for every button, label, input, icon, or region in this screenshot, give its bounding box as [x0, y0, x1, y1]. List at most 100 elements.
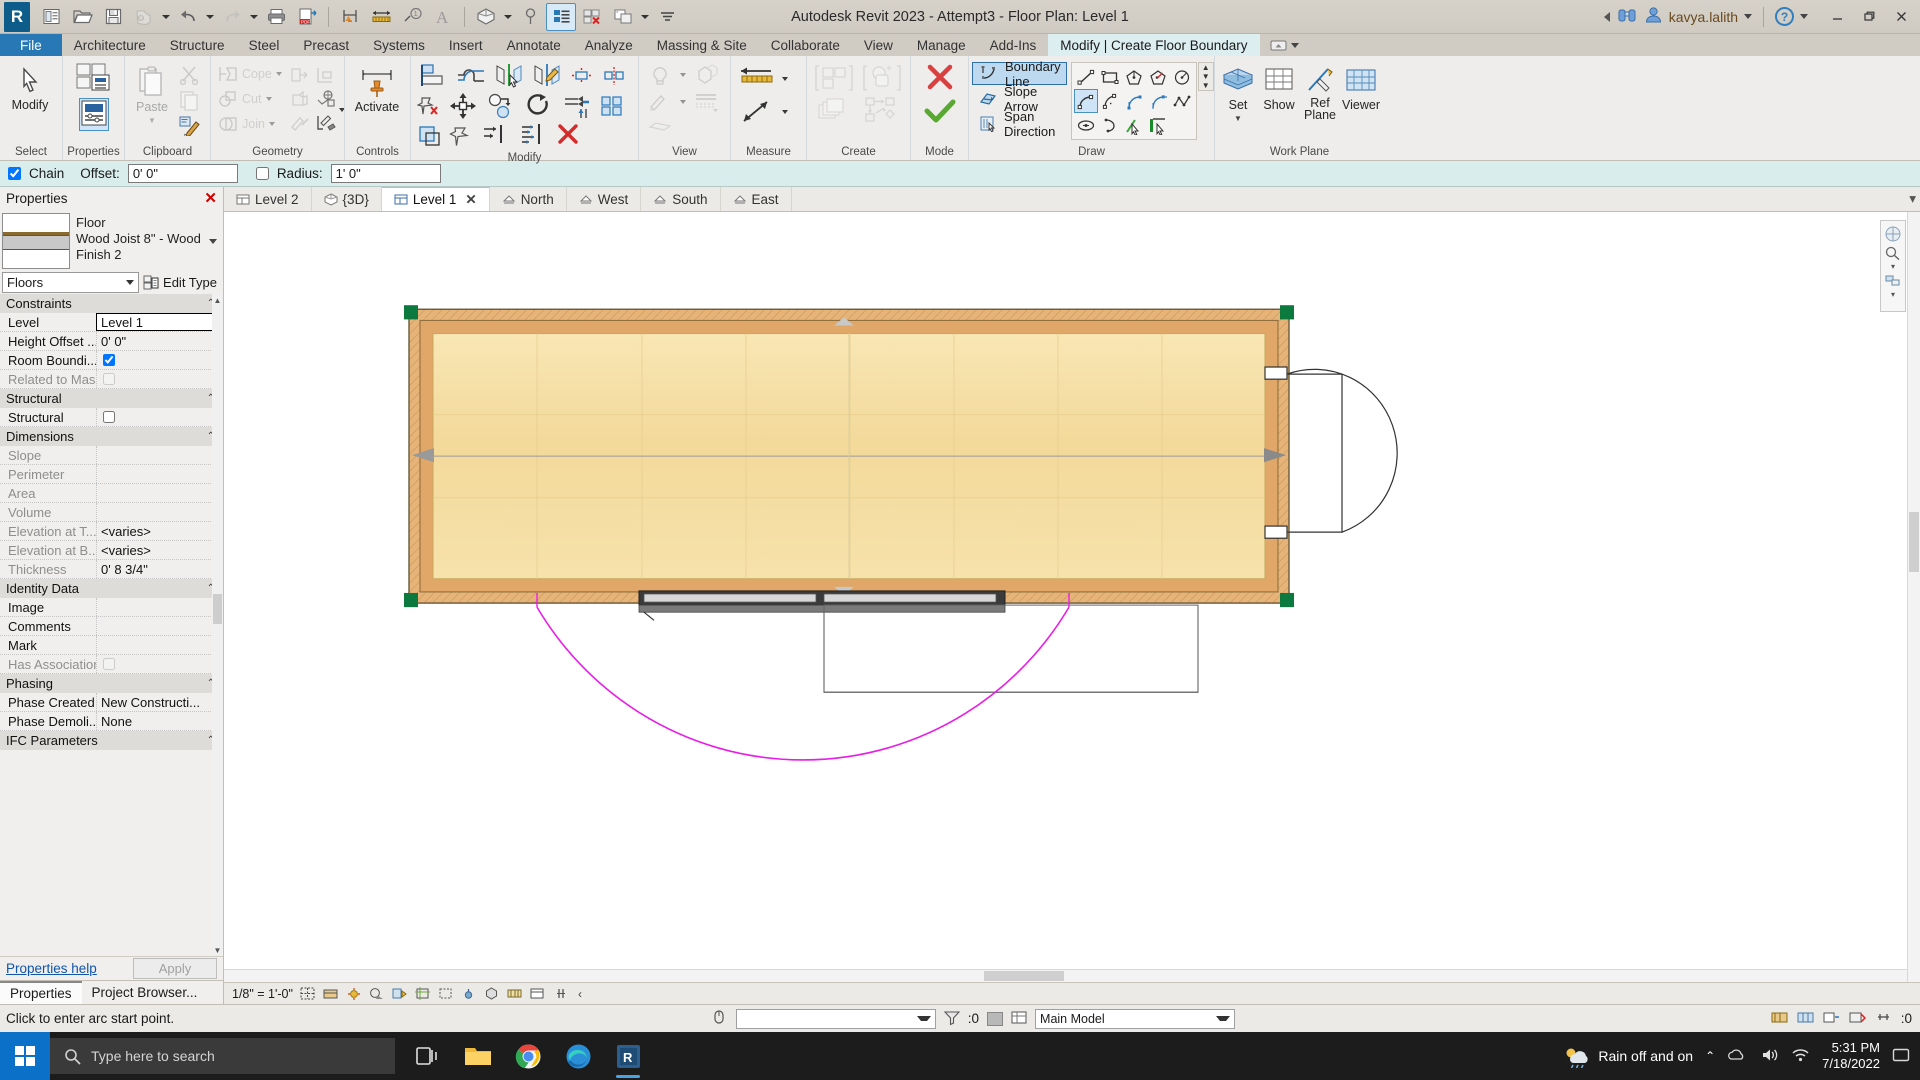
create-assembly-button[interactable] — [858, 95, 906, 125]
volume-icon[interactable] — [1760, 1047, 1779, 1066]
join-button[interactable]: Join — [214, 111, 287, 136]
split-with-gap-button[interactable] — [313, 87, 339, 111]
linework-button[interactable] — [642, 89, 678, 115]
radius-checkbox[interactable] — [256, 167, 269, 180]
properties-scrollbar[interactable]: ▲ ▼ — [212, 294, 223, 956]
search-binoculars-icon[interactable] — [1616, 6, 1638, 27]
notifications-icon[interactable] — [1892, 1047, 1910, 1066]
zoom-dropdown-icon[interactable]: ▾ — [1891, 262, 1895, 271]
publish-settings-icon[interactable] — [1823, 1010, 1840, 1028]
save-as-icon[interactable] — [129, 3, 159, 31]
structural-checkbox[interactable] — [103, 411, 115, 423]
user-dropdown-icon[interactable] — [1744, 14, 1752, 19]
properties-scroll-thumb[interactable] — [213, 594, 222, 624]
property-row-phase-created[interactable]: Phase Created New Constructi... — [0, 693, 223, 712]
view-tab-east[interactable]: East — [721, 187, 792, 211]
cope-applied-button[interactable] — [566, 61, 598, 91]
tag-by-category-icon[interactable]: 1 — [397, 3, 427, 31]
split-face-button[interactable] — [287, 87, 313, 111]
delete-button[interactable] — [552, 121, 584, 147]
draw-scroll-down-icon[interactable]: ▼ — [1199, 72, 1213, 81]
undo-dropdown-icon[interactable] — [204, 3, 216, 31]
visual-style-icon[interactable] — [323, 986, 339, 1002]
print-icon[interactable] — [261, 3, 291, 31]
copy-button[interactable] — [482, 91, 520, 121]
create-part-button[interactable] — [810, 95, 858, 125]
design-option-combo[interactable] — [736, 1009, 936, 1029]
canvas-h-thumb[interactable] — [984, 971, 1064, 981]
temporary-view-properties-icon[interactable] — [530, 986, 546, 1002]
offset-button[interactable] — [452, 61, 490, 91]
tab-view[interactable]: View — [852, 34, 905, 56]
close-hidden-windows-icon[interactable] — [577, 3, 607, 31]
tab-project-browser[interactable]: Project Browser... — [82, 981, 208, 1004]
type-properties-button[interactable] — [75, 62, 113, 95]
customize-qat-icon[interactable] — [652, 3, 682, 31]
tab-manage[interactable]: Manage — [905, 34, 978, 56]
distribute-button[interactable] — [514, 121, 552, 147]
canvas-vertical-scrollbar[interactable] — [1907, 212, 1920, 982]
view-bar-more-icon[interactable]: ‹ — [578, 987, 582, 1001]
modify-button[interactable]: Modify — [3, 61, 57, 112]
reveal-dropdown-icon[interactable] — [678, 61, 687, 89]
cut-dropdown-icon[interactable] — [264, 88, 273, 110]
property-row-height-offset[interactable]: Height Offset ... 0' 0" — [0, 332, 223, 351]
view-cube-dropdown-icon[interactable]: ▾ — [1891, 290, 1895, 299]
measure-along-element-button[interactable] — [734, 97, 780, 127]
measure-dropdown-icon[interactable] — [780, 68, 789, 90]
switch-windows-dropdown-icon[interactable] — [639, 3, 651, 31]
match-type-properties-button[interactable] — [176, 113, 202, 137]
mirror-pick-axis-button[interactable] — [490, 61, 528, 91]
default-3d-view-icon[interactable] — [471, 3, 501, 31]
phase-created-value[interactable]: New Constructi... — [96, 693, 223, 711]
properties-button[interactable] — [79, 98, 109, 131]
unpin-button[interactable] — [414, 91, 444, 121]
shadows-icon[interactable] — [369, 986, 385, 1002]
property-row-level[interactable]: Level Level 1 — [0, 313, 223, 332]
tab-add-ins[interactable]: Add-Ins — [978, 34, 1049, 56]
revit-icon[interactable]: R — [605, 1033, 651, 1079]
save-as-dropdown-icon[interactable] — [160, 3, 172, 31]
start-button[interactable] — [0, 1032, 50, 1080]
aligned-dimension-icon[interactable] — [366, 3, 396, 31]
rendering-dialog-icon[interactable] — [392, 986, 408, 1002]
line-tool[interactable] — [1074, 65, 1098, 89]
property-row-comments[interactable]: Comments — [0, 617, 223, 636]
switch-windows-icon[interactable] — [608, 3, 638, 31]
measure-along-dropdown-icon[interactable] — [780, 101, 789, 123]
text-icon[interactable]: A — [428, 3, 458, 31]
level-value[interactable]: Level 1 — [96, 313, 223, 331]
crop-view-icon[interactable] — [415, 986, 431, 1002]
property-row-image[interactable]: Image — [0, 598, 223, 617]
circle-tool[interactable] — [1170, 65, 1194, 89]
pick-lines-tool[interactable] — [1122, 113, 1146, 137]
draw-scroll-up-icon[interactable]: ▲ — [1199, 63, 1213, 72]
export-pdf-icon[interactable]: PDF — [292, 3, 322, 31]
align-button[interactable] — [414, 61, 452, 91]
three-d-view-dropdown-icon[interactable] — [502, 3, 514, 31]
lock-3d-view-icon[interactable] — [461, 986, 477, 1002]
fillet-arc-tool[interactable] — [1146, 89, 1170, 113]
temporary-hide-isolate-icon[interactable] — [484, 986, 500, 1002]
workset-combo[interactable]: Main Model — [1035, 1009, 1235, 1029]
create-group-button[interactable] — [858, 61, 906, 95]
tab-collaborate[interactable]: Collaborate — [759, 34, 852, 56]
start-end-radius-arc-tool[interactable] — [1074, 89, 1098, 113]
exclude-options-icon[interactable] — [1849, 1010, 1866, 1028]
redo-dropdown-icon[interactable] — [248, 3, 260, 31]
phase-demolished-value[interactable]: None — [96, 712, 223, 730]
scale-button[interactable] — [414, 121, 446, 151]
property-row-phase-demolished[interactable]: Phase Demoli... None — [0, 712, 223, 731]
partial-ellipse-tool[interactable] — [1098, 113, 1122, 137]
view-tabs-overflow-icon[interactable]: ▾ — [1909, 187, 1920, 211]
taskbar-clock[interactable]: 5:31 PM 7/18/2022 — [1822, 1040, 1880, 1072]
task-view-icon[interactable] — [405, 1033, 451, 1079]
spline-tool[interactable] — [1170, 89, 1194, 113]
room-bounding-checkbox[interactable] — [103, 354, 115, 366]
mark-value[interactable] — [96, 636, 223, 654]
align-right-button[interactable] — [476, 121, 514, 147]
cutback-button[interactable] — [642, 115, 678, 141]
activate-dimensions-button[interactable]: Activate — [348, 61, 406, 114]
drawing-canvas[interactable]: ▾ ▾ — [224, 212, 1920, 982]
override-graphics-button[interactable] — [687, 89, 725, 115]
